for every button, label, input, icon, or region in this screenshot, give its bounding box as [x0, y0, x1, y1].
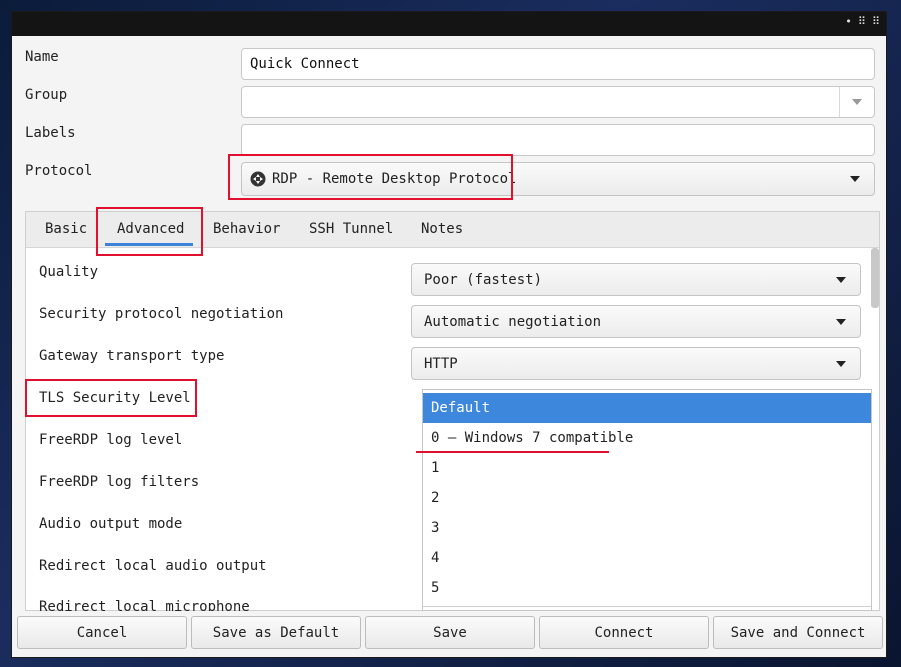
name-label: Name: [25, 49, 59, 65]
window-controls: • ⠿ ⠿: [845, 16, 880, 28]
tls-option-0[interactable]: 0 — Windows 7 compatible: [423, 423, 871, 453]
protocol-highlight: [228, 154, 513, 200]
chevron-down-icon: [836, 360, 846, 367]
scrollbar[interactable]: [871, 248, 879, 308]
tls-option-2[interactable]: 2: [423, 483, 871, 513]
freerdp-log-level-label: FreeRDP log level: [39, 432, 183, 448]
windows7-option-underline: [416, 451, 609, 453]
tls-option-default[interactable]: Default: [423, 393, 871, 423]
name-input-value: Quick Connect: [250, 56, 360, 72]
protocol-label: Protocol: [25, 163, 93, 179]
security-negotiation-select[interactable]: Automatic negotiation: [411, 305, 861, 338]
redirect-audio-label: Redirect local audio output: [39, 558, 267, 574]
connect-button[interactable]: Connect: [539, 616, 709, 649]
tls-option-5[interactable]: 5: [423, 573, 871, 603]
redirect-mic-label: Redirect local microphone: [39, 599, 250, 611]
chevron-down-icon: [850, 176, 860, 182]
save-button[interactable]: Save: [365, 616, 535, 649]
group-label: Group: [25, 87, 68, 103]
tls-option-4[interactable]: 4: [423, 543, 871, 573]
group-dropdown-button[interactable]: [839, 87, 874, 117]
labels-label: Labels: [25, 125, 76, 141]
chevron-down-icon: [852, 99, 862, 105]
security-negotiation-label: Security protocol negotiation: [39, 306, 284, 322]
save-as-default-button[interactable]: Save as Default: [191, 616, 361, 649]
dropdown-divider: [423, 606, 871, 607]
close-icon[interactable]: ⠿: [872, 16, 880, 28]
chevron-down-icon: [836, 276, 846, 283]
freerdp-log-filters-label: FreeRDP log filters: [39, 474, 200, 490]
tls-level-dropdown: Default 0 — Windows 7 compatible 1 2 3 4…: [422, 389, 872, 611]
tls-option-1[interactable]: 1: [423, 453, 871, 483]
quality-select-value: Poor (fastest): [424, 271, 543, 288]
save-and-connect-button[interactable]: Save and Connect: [713, 616, 883, 649]
chevron-down-icon: [836, 318, 846, 325]
gateway-transport-label: Gateway transport type: [39, 348, 225, 364]
security-negotiation-value: Automatic negotiation: [424, 313, 602, 330]
name-input[interactable]: Quick Connect: [241, 48, 875, 80]
tab-basic[interactable]: Basic: [45, 221, 87, 237]
group-combo[interactable]: [241, 86, 875, 118]
tab-ssh-tunnel[interactable]: SSH Tunnel: [309, 221, 393, 237]
quality-select[interactable]: Poor (fastest): [411, 263, 861, 296]
title-bar: • ⠿ ⠿: [12, 12, 886, 36]
quality-label: Quality: [39, 264, 99, 280]
advanced-tab-highlight: [96, 207, 203, 256]
maximize-icon[interactable]: ⠿: [858, 16, 866, 28]
tls-label-highlight: [25, 379, 197, 417]
cancel-button[interactable]: Cancel: [17, 616, 187, 649]
gateway-transport-select[interactable]: HTTP: [411, 347, 861, 380]
audio-output-label: Audio output mode: [39, 516, 183, 532]
labels-input[interactable]: [241, 124, 875, 156]
connection-dialog: • ⠿ ⠿ Name Quick Connect Group Labels Pr…: [11, 11, 887, 658]
tab-notes[interactable]: Notes: [421, 221, 463, 237]
tab-behavior[interactable]: Behavior: [213, 221, 280, 237]
gateway-transport-value: HTTP: [424, 355, 458, 372]
minimize-icon[interactable]: •: [845, 16, 852, 28]
tls-option-3[interactable]: 3: [423, 513, 871, 543]
